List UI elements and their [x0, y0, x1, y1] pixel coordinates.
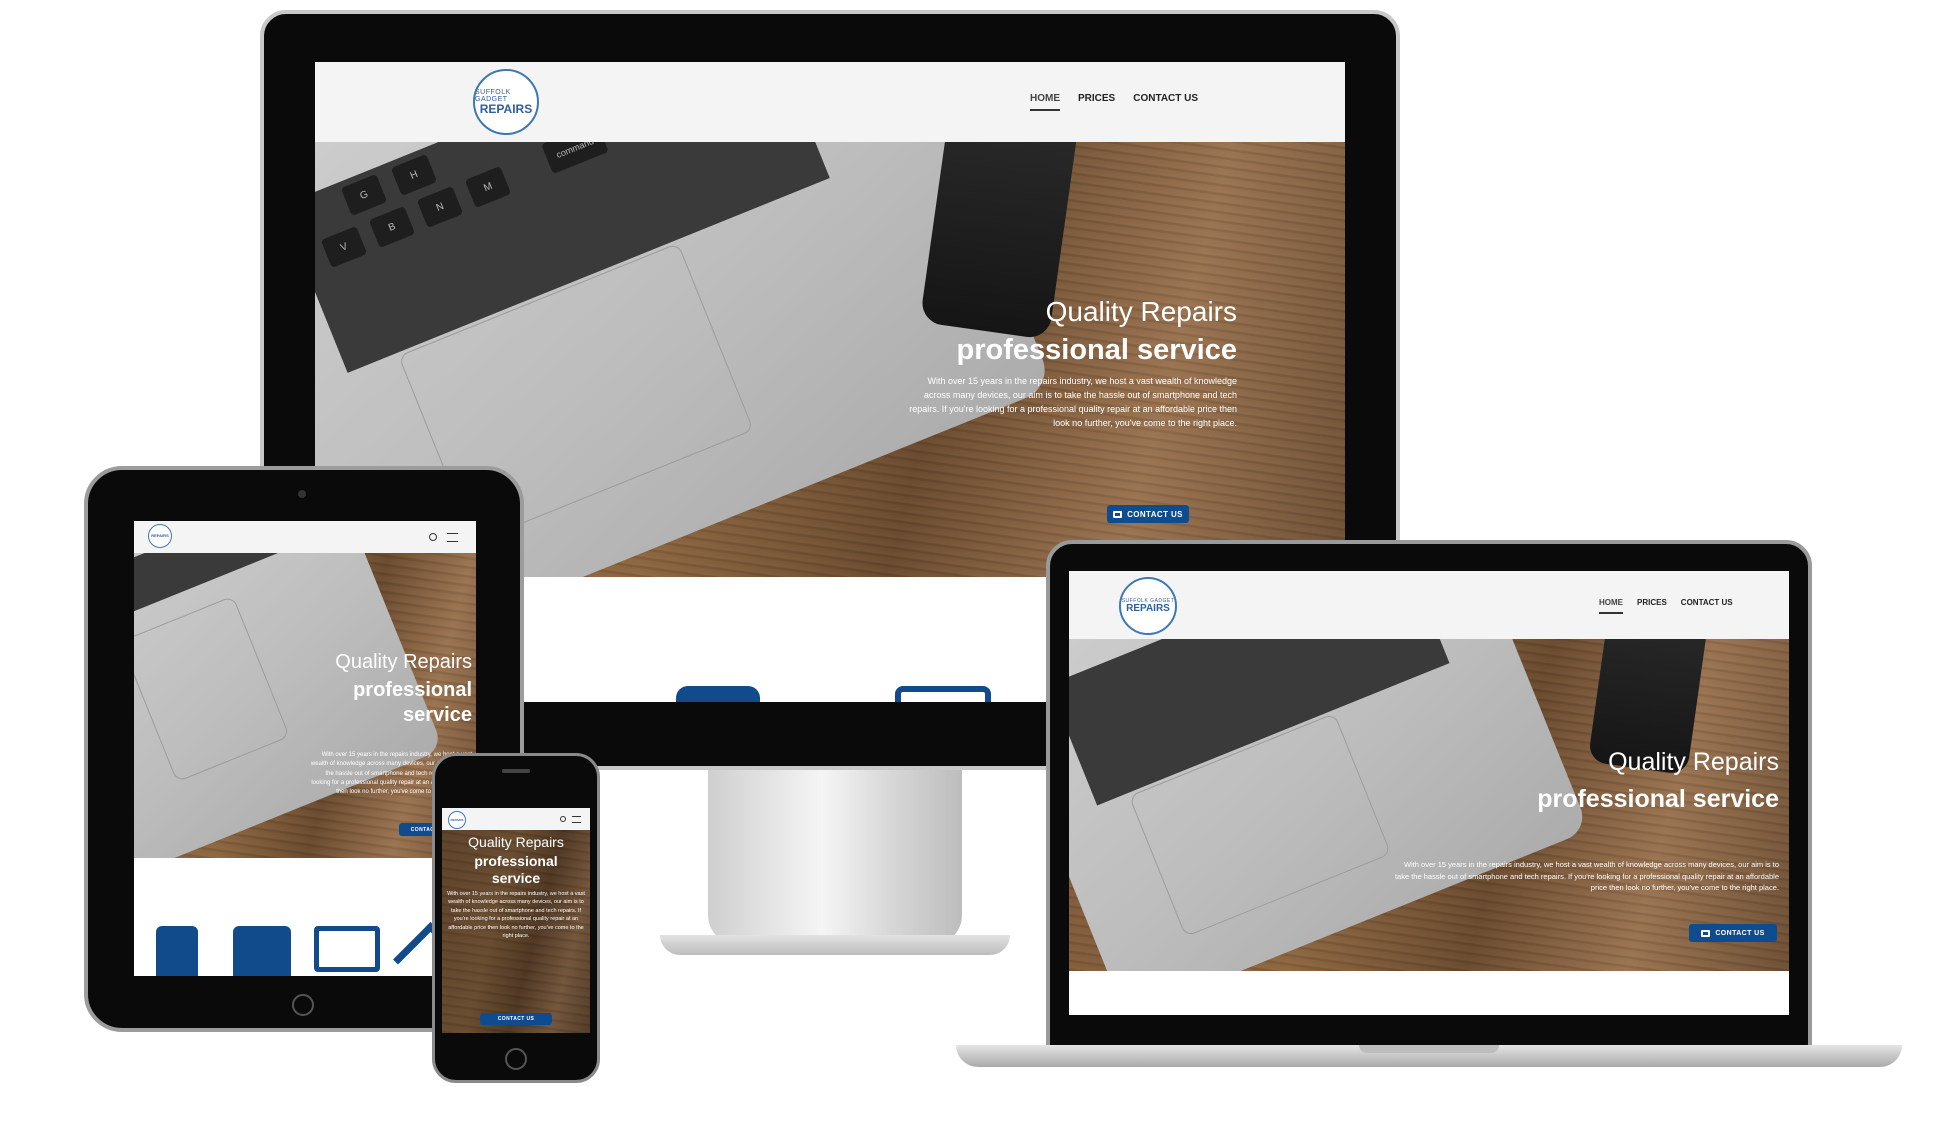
logo-top-text: SUFFOLK GADGET — [475, 89, 511, 103]
phone-home-button[interactable] — [505, 1048, 527, 1070]
hero-contact-label: CONTACT US — [1127, 509, 1183, 519]
phone-speaker — [502, 769, 530, 773]
hero-title: Quality Repairs — [1045, 296, 1237, 327]
laptop-notch — [1359, 1045, 1499, 1053]
phone-hero-subtitle-a: professional — [474, 853, 558, 870]
laptop-hero-text: Quality Repairs professional service — [1449, 748, 1779, 813]
tablet-service-icon-laptop[interactable] — [314, 926, 380, 972]
laptop-hero-subtitle: professional service — [1537, 784, 1779, 813]
phone-site-header: REPAIRS — [442, 808, 590, 830]
tablet-hero-text: Quality Repairs professional service — [302, 651, 472, 727]
nav-prices[interactable]: PRICES — [1078, 93, 1115, 111]
phone-hero-body: With over 15 years in the repairs indust… — [447, 890, 585, 940]
phone-hamburger-menu-icon[interactable] — [572, 816, 581, 823]
phone-search-icon[interactable] — [560, 816, 566, 822]
tablet-hero-subtitle-b: service — [403, 704, 472, 726]
monitor-stand — [708, 765, 962, 945]
toolbox-icon — [1113, 510, 1123, 518]
laptop-hero-section: Quality Repairs professional service Wit… — [1069, 639, 1789, 971]
laptop-logo-main-text: REPAIRS — [1126, 602, 1170, 614]
hero-subtitle: professional service — [956, 333, 1237, 366]
phone-contact-label: CONTACT US — [497, 1016, 535, 1022]
tablet-hero-subtitle-a: professional — [353, 679, 472, 701]
laptop-site-logo[interactable]: SUFFOLK GADGET REPAIRS — [1119, 577, 1177, 635]
phone-hero-title: Quality Repairs — [468, 834, 564, 850]
laptop-hero-body-wrap: With over 15 years in the repairs indust… — [1389, 859, 1779, 894]
tablet-hero-title: Quality Repairs — [335, 651, 472, 673]
nav-contact[interactable]: CONTACT US — [1133, 93, 1198, 111]
laptop-contact-label: CONTACT US — [1715, 929, 1765, 937]
tablet-site-logo[interactable]: REPAIRS — [148, 524, 172, 548]
search-icon[interactable] — [429, 533, 437, 541]
phone-hero-subtitle-b: service — [491, 870, 541, 887]
tablet-site-header: REPAIRS — [134, 521, 476, 553]
nav-home[interactable]: HOME — [1030, 93, 1060, 111]
site-logo[interactable]: SUFFOLK GADGET REPAIRS — [473, 69, 539, 135]
hero-text-block: Quality Repairs professional service Wit… — [907, 296, 1237, 431]
tablet-service-icon-2[interactable] — [233, 926, 291, 976]
laptop-main-nav: HOME PRICES CONTACT US — [1599, 598, 1733, 614]
phone-hero-section: Quality Repairs professional service Wit… — [442, 830, 590, 1033]
service-icon-phone[interactable] — [676, 686, 760, 702]
phone-site-logo[interactable]: REPAIRS — [448, 811, 466, 829]
laptop-site-header: SUFFOLK GADGET REPAIRS HOME PRICES CONTA… — [1069, 571, 1789, 639]
hero-contact-button[interactable]: CONTACT US — [1107, 505, 1189, 523]
tablet-home-button[interactable] — [292, 994, 314, 1016]
hamburger-menu-icon[interactable] — [447, 533, 458, 542]
laptop-nav-contact[interactable]: CONTACT US — [1681, 598, 1733, 614]
hero-body: With over 15 years in the repairs indust… — [909, 376, 1237, 428]
tablet-screen: REPAIRS Quality Repairs professional ser… — [134, 521, 476, 976]
laptop-nav-home[interactable]: HOME — [1599, 598, 1623, 614]
laptop-screen: SUFFOLK GADGET REPAIRS HOME PRICES CONTA… — [1069, 571, 1789, 1015]
phone-hero-text: Quality Repairs professional service Wit… — [446, 834, 586, 941]
logo-main-text: REPAIRS — [479, 102, 533, 116]
site-header: SUFFOLK GADGET REPAIRS HOME PRICES CONTA… — [315, 62, 1345, 142]
tablet-hero-section: Quality Repairs professional service Wit… — [134, 553, 476, 858]
tablet-service-icon-1[interactable] — [156, 926, 198, 976]
phone-screen: REPAIRS Quality Repairs professional ser… — [442, 808, 590, 1033]
phone-logo-text: REPAIRS — [450, 817, 464, 822]
laptop-nav-prices[interactable]: PRICES — [1637, 598, 1667, 614]
tablet-logo-text: REPAIRS — [151, 533, 169, 538]
tablet-camera — [298, 490, 306, 498]
laptop-toolbox-icon — [1701, 929, 1711, 937]
phone-contact-button[interactable]: CONTACT US — [480, 1013, 552, 1025]
main-nav: HOME PRICES CONTACT US — [1030, 93, 1198, 111]
laptop-hero-body: With over 15 years in the repairs indust… — [1394, 860, 1779, 893]
laptop-device: SUFFOLK GADGET REPAIRS HOME PRICES CONTA… — [956, 540, 1902, 1070]
laptop-contact-button[interactable]: CONTACT US — [1689, 924, 1777, 942]
laptop-hero-title: Quality Repairs — [1608, 748, 1779, 776]
phone-device: REPAIRS Quality Repairs professional ser… — [432, 753, 600, 1083]
